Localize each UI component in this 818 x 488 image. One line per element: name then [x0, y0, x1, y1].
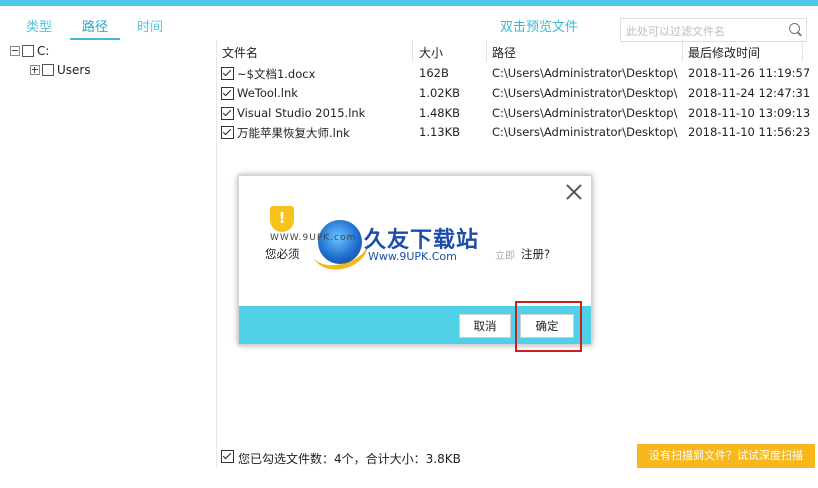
- column-header-name[interactable]: 文件名: [222, 44, 258, 61]
- dialog-message-end: 注册?: [521, 247, 551, 261]
- column-divider[interactable]: [486, 40, 487, 62]
- close-icon[interactable]: [564, 182, 584, 202]
- watermark-faint-text: 立即: [495, 251, 515, 262]
- file-name: 万能苹果恢复大师.lnk: [237, 126, 350, 140]
- file-path: C:\Users\Administrator\Desktop\: [492, 106, 678, 120]
- status-bar: 您已勾选文件数：4个，合计大小：3.8KB 没有扫描到文件？试试深度扫描: [216, 444, 818, 470]
- column-header-modified[interactable]: 最后修改时间: [688, 44, 760, 61]
- selection-summary: 您已勾选文件数：4个，合计大小：3.8KB: [238, 452, 461, 466]
- deep-scan-button[interactable]: 没有扫描到文件？试试深度扫描: [637, 444, 815, 468]
- watermark-url-left: WWW.9UPK.com: [270, 233, 357, 243]
- tree-checkbox-users[interactable]: [42, 64, 54, 76]
- collapse-icon[interactable]: [10, 46, 20, 56]
- file-size: 1.13KB: [419, 125, 461, 139]
- file-size: 1.02KB: [419, 86, 461, 100]
- tab-path[interactable]: 路径: [82, 16, 108, 35]
- file-modified: 2018-11-10 13:09:13: [688, 106, 811, 120]
- row-checkbox[interactable]: [221, 107, 234, 120]
- folder-tree: C: Users: [0, 40, 217, 468]
- select-all-checkbox[interactable]: [221, 450, 234, 463]
- row-checkbox[interactable]: [221, 67, 234, 80]
- row-checkbox[interactable]: [221, 87, 234, 100]
- table-row[interactable]: WeTool.lnk 1.02KB C:\Users\Administrator…: [216, 84, 818, 104]
- tree-node-users[interactable]: Users: [30, 63, 91, 77]
- tree-label-users: Users: [57, 63, 91, 77]
- table-row[interactable]: Visual Studio 2015.lnk 1.48KB C:\Users\A…: [216, 104, 818, 124]
- file-size: 1.48KB: [419, 106, 461, 120]
- preview-hint: 双击预览文件: [500, 20, 579, 35]
- file-modified: 2018-11-10 11:56:23: [688, 125, 811, 139]
- tab-time[interactable]: 时间: [137, 16, 163, 35]
- file-path: C:\Users\Administrator\Desktop\: [492, 66, 678, 80]
- watermark-url: Www.9UPK.Com: [368, 250, 457, 263]
- tree-node-drive[interactable]: C:: [10, 44, 49, 58]
- file-name: ~$文档1.docx: [237, 67, 316, 81]
- filter-tab-bar: 类型 路径 时间 双击预览文件 此处可以过滤文件名: [0, 6, 818, 42]
- file-path: C:\Users\Administrator\Desktop\: [492, 86, 678, 100]
- search-input[interactable]: 此处可以过滤文件名: [620, 18, 807, 42]
- warning-shield-icon: !: [270, 206, 294, 232]
- table-row[interactable]: 万能苹果恢复大师.lnk 1.13KB C:\Users\Administrat…: [216, 123, 818, 143]
- column-header-path[interactable]: 路径: [492, 44, 516, 61]
- file-modified: 2018-11-26 11:19:57: [688, 66, 811, 80]
- column-divider[interactable]: [802, 40, 803, 62]
- table-row[interactable]: ~$文档1.docx 162B C:\Users\Administrator\D…: [216, 64, 818, 84]
- tree-checkbox-drive[interactable]: [22, 45, 34, 57]
- dialog-message-start: 您必须: [265, 247, 300, 261]
- search-placeholder: 此处可以过滤文件名: [626, 25, 725, 38]
- file-name: WeTool.lnk: [237, 86, 298, 100]
- column-divider[interactable]: [682, 40, 683, 62]
- file-size: 162B: [419, 66, 449, 80]
- tree-label-drive: C:: [37, 44, 50, 58]
- ok-button-highlight: [515, 301, 582, 352]
- file-modified: 2018-11-24 12:47:31: [688, 86, 811, 100]
- row-checkbox[interactable]: [221, 126, 234, 139]
- tab-type[interactable]: 类型: [26, 16, 52, 35]
- cancel-button[interactable]: 取消: [459, 314, 511, 338]
- column-divider[interactable]: [412, 40, 413, 62]
- search-icon[interactable]: [789, 23, 800, 34]
- column-header-size[interactable]: 大小: [419, 44, 443, 61]
- expand-icon[interactable]: [30, 65, 40, 75]
- file-name: Visual Studio 2015.lnk: [237, 106, 366, 120]
- file-path: C:\Users\Administrator\Desktop\: [492, 125, 678, 139]
